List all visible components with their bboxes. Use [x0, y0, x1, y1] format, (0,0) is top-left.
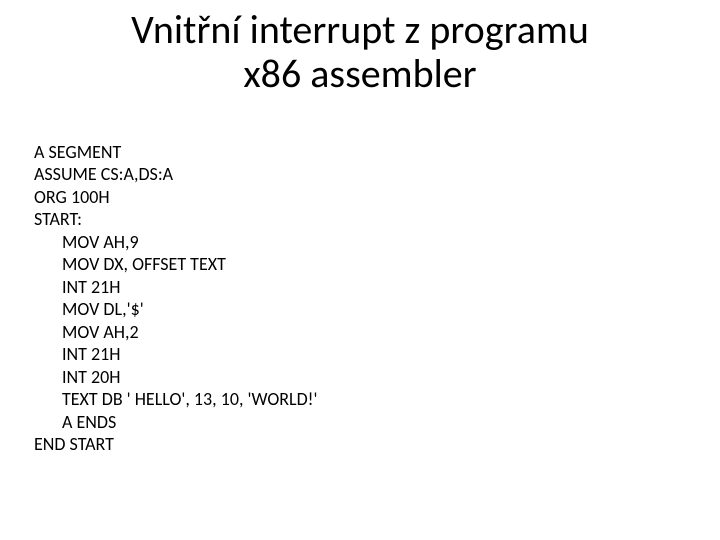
code-line: ASSUME CS:A,DS:A	[34, 163, 173, 185]
code-line: INT 21H	[62, 276, 120, 298]
code-line: MOV DL,'$'	[62, 298, 144, 320]
code-line: TEXT DB ' HELLO', 13, 10, 'WORLD!'	[62, 388, 318, 410]
slide: Vnitřní interrupt z programu x86 assembl…	[0, 0, 720, 540]
code-block: A SEGMENT ASSUME CS:A,DS:A ORG 100H STAR…	[34, 118, 318, 478]
code-line: MOV DX, OFFSET TEXT	[62, 253, 226, 275]
code-line: INT 21H	[62, 343, 120, 365]
code-line: MOV AH,9	[62, 231, 139, 253]
code-line: START:	[34, 208, 82, 230]
code-line: MOV AH,2	[62, 321, 139, 343]
code-line: A ENDS	[62, 411, 116, 433]
code-line: ORG 100H	[34, 186, 110, 208]
slide-title: Vnitřní interrupt z programu x86 assembl…	[0, 8, 720, 96]
code-line: END START	[34, 433, 114, 455]
code-line: A SEGMENT	[34, 141, 121, 163]
title-line-1: Vnitřní interrupt z programu	[131, 5, 589, 54]
title-line-2: x86 assembler	[243, 49, 476, 98]
code-line: INT 20H	[62, 366, 120, 388]
